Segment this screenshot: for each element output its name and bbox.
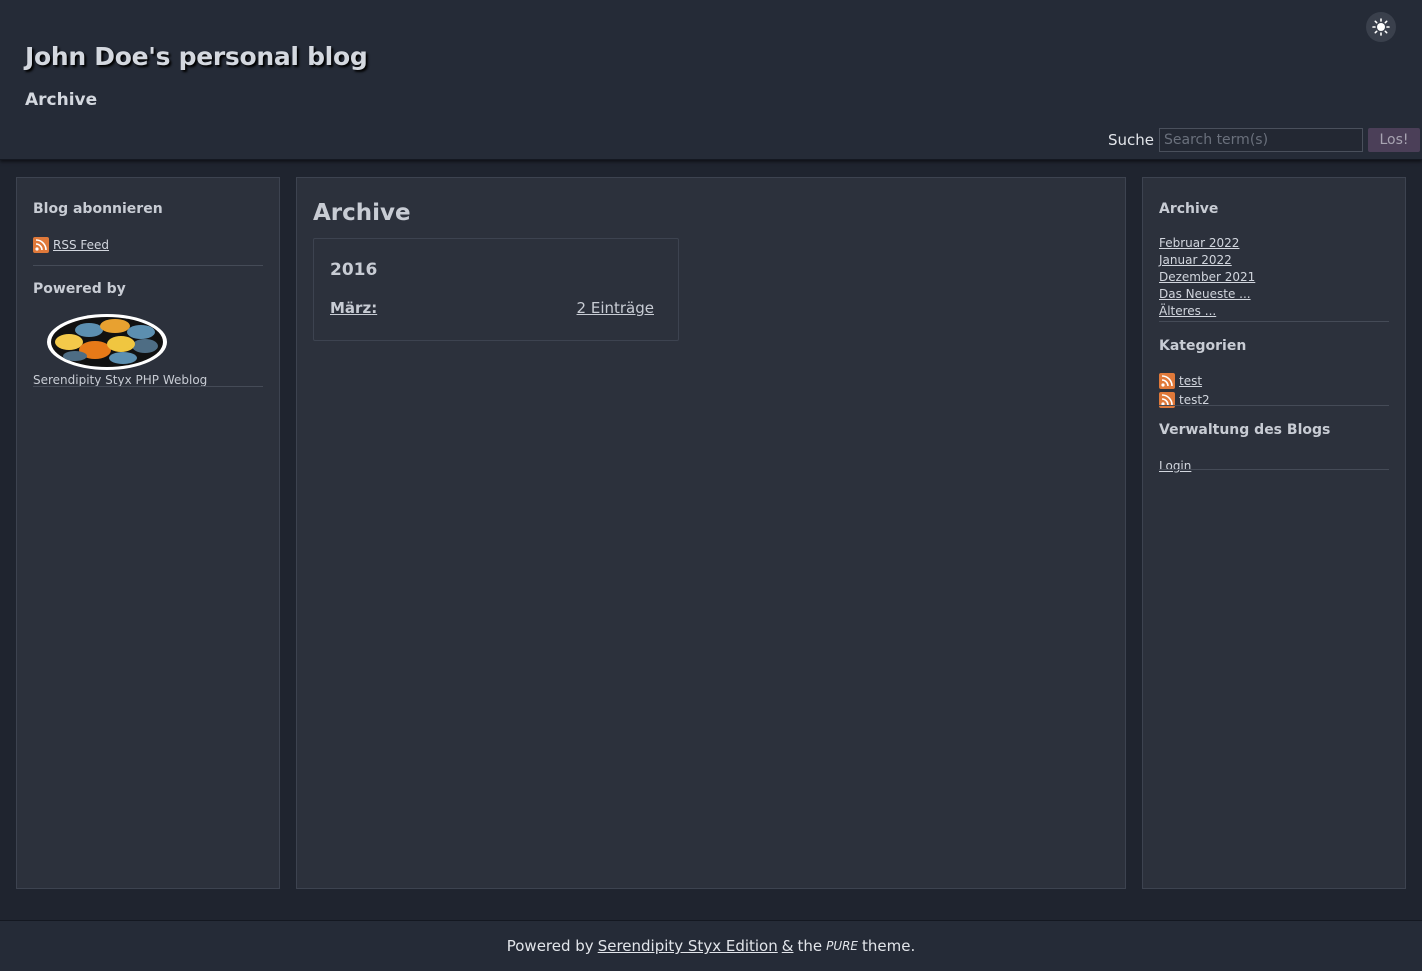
archive-link-jan-2022[interactable]: Januar 2022 <box>1159 253 1232 267</box>
admin-links: Login <box>1159 455 1191 474</box>
archive-links: Februar 2022 Januar 2022 Dezember 2021 D… <box>1159 234 1255 319</box>
theme-toggle-button[interactable] <box>1366 12 1396 42</box>
archive-title: Archive <box>313 200 411 226</box>
footer-theme-name: PURE <box>826 939 859 953</box>
year-section: 2016 März: 2 Einträge <box>313 238 679 341</box>
footer-suffix: theme. <box>862 937 916 955</box>
login-link[interactable]: Login <box>1159 459 1191 473</box>
right-sidebar: Archive Februar 2022 Januar 2022 Dezembe… <box>1142 177 1406 889</box>
footer-ampersand: & <box>781 937 794 955</box>
rss-feed-item: RSS Feed <box>33 234 109 253</box>
divider <box>33 386 263 387</box>
rss-icon[interactable] <box>33 236 49 253</box>
serendipity-logo-image <box>47 314 167 370</box>
site-footer: Powered by Serendipity Styx Edition & th… <box>0 920 1422 971</box>
archive-link-older[interactable]: Älteres ... <box>1159 304 1216 318</box>
category-item: test2 <box>1159 390 1210 409</box>
page-subtitle: Archive <box>25 90 98 110</box>
archive-sidebar-title: Archive <box>1159 201 1219 217</box>
site-header: John Doe's personal blog Archive Suche L… <box>0 0 1422 160</box>
subscribe-title: Blog abonnieren <box>33 201 163 217</box>
archive-link-newest[interactable]: Das Neueste ... <box>1159 287 1251 301</box>
footer-the: the <box>797 937 823 955</box>
logo-caption: Serendipity Styx PHP Weblog <box>33 373 208 387</box>
powered-by-title: Powered by <box>33 281 126 297</box>
month-link[interactable]: März: <box>330 299 377 317</box>
entries-count-link[interactable]: 2 Einträge <box>577 299 654 317</box>
left-sidebar: Blog abonnieren RSS Feed Powered by Sere… <box>16 177 280 889</box>
rss-icon[interactable] <box>1159 372 1175 389</box>
category-item: test <box>1159 371 1210 390</box>
search-form: Suche Los! <box>1108 127 1421 153</box>
blog-title[interactable]: John Doe's personal blog <box>25 42 368 71</box>
footer-prefix: Powered by <box>506 937 594 955</box>
year-title: 2016 <box>330 260 378 280</box>
search-input[interactable] <box>1159 128 1364 152</box>
divider <box>33 265 263 266</box>
serendipity-logo[interactable] <box>45 310 169 376</box>
rss-feed-link[interactable]: RSS Feed <box>53 238 109 252</box>
search-button[interactable]: Los! <box>1368 128 1421 152</box>
main-content: Archive 2016 März: 2 Einträge <box>296 177 1126 889</box>
divider <box>1159 405 1389 406</box>
divider <box>1159 321 1389 322</box>
divider <box>1159 469 1389 470</box>
archive-link-feb-2022[interactable]: Februar 2022 <box>1159 236 1239 250</box>
categories-list: test test2 <box>1159 371 1210 409</box>
search-label: Suche <box>1108 131 1155 149</box>
sun-icon <box>1372 18 1390 36</box>
categories-title: Kategorien <box>1159 338 1247 354</box>
footer-serendipity-link[interactable]: Serendipity Styx Edition <box>598 937 778 955</box>
admin-title: Verwaltung des Blogs <box>1159 422 1331 438</box>
category-link-test[interactable]: test <box>1179 374 1202 388</box>
archive-link-dec-2021[interactable]: Dezember 2021 <box>1159 270 1255 284</box>
